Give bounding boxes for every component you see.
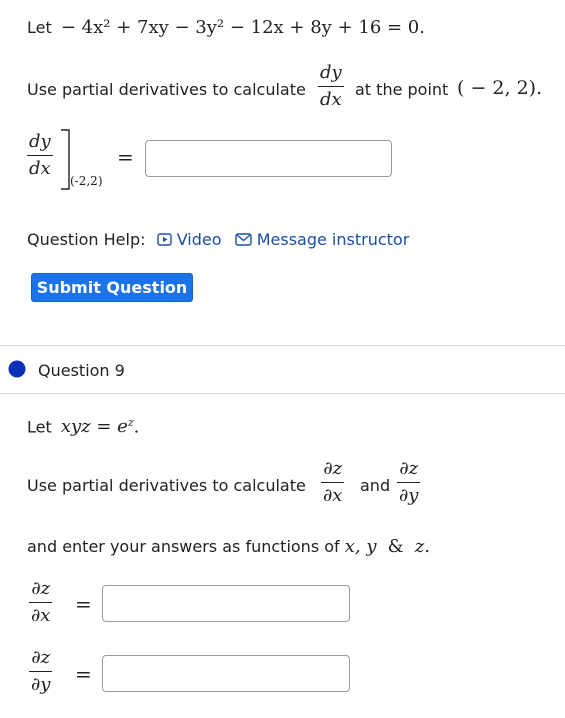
question-help-row: Question Help: Video Message instructor <box>27 230 409 249</box>
evaluation-point-subscript: (-2,2) <box>70 174 103 188</box>
video-icon <box>156 233 172 246</box>
q8-deriv-den: dx <box>320 89 342 110</box>
question-9-title: Question 9 <box>38 361 125 380</box>
q9-answer2-label-fraction: ∂z ∂y <box>29 647 53 695</box>
and-word: and <box>360 476 391 495</box>
divider-bottom <box>0 393 565 394</box>
dzdx-answer-input[interactable] <box>102 585 350 622</box>
q9-dzdx-fraction: ∂z ∂x <box>321 458 345 506</box>
q9-instruction-pre: Use partial derivatives to calculate <box>27 476 306 495</box>
equals-sign: = <box>75 592 92 616</box>
q8-instruction-pre: Use partial derivatives to calculate <box>27 80 306 99</box>
q8-answer-input[interactable] <box>145 140 392 177</box>
question-status-bullet-icon <box>8 360 26 378</box>
question-help-label: Question Help: <box>27 230 146 249</box>
divider-top <box>0 345 565 346</box>
q8-derivative-fraction: dy dx <box>318 62 344 111</box>
q9-answer1-label-fraction: ∂z ∂x <box>29 578 53 626</box>
video-link[interactable]: Video <box>156 230 227 249</box>
q9-dzdy-fraction: ∂z ∂y <box>397 458 421 506</box>
let-word: Let <box>27 18 52 37</box>
q8-answer-label-fraction: dy dx <box>27 131 53 179</box>
q9-equation: xyz = e <box>60 416 128 438</box>
envelope-icon <box>234 233 252 246</box>
q9-problem-statement: Let xyz = ez. <box>27 416 140 438</box>
q8-instruction-post: at the point <box>355 80 449 99</box>
message-instructor-link[interactable]: Message instructor <box>234 230 409 249</box>
q8-equation: − 4x² + 7xy − 3y² − 12x + 8y + 16 = 0. <box>60 17 425 38</box>
q9-functions-instruction: and enter your answers as functions of x… <box>27 536 430 557</box>
dzdy-answer-input[interactable] <box>102 655 350 692</box>
q8-point: ( − 2, 2). <box>457 77 543 99</box>
equals-sign: = <box>75 662 92 686</box>
submit-question-button[interactable]: Submit Question <box>31 273 193 302</box>
equals-sign: = <box>117 145 134 169</box>
q8-problem-statement: Let − 4x² + 7xy − 3y² − 12x + 8y + 16 = … <box>27 17 425 38</box>
q8-deriv-num: dy <box>320 62 342 83</box>
